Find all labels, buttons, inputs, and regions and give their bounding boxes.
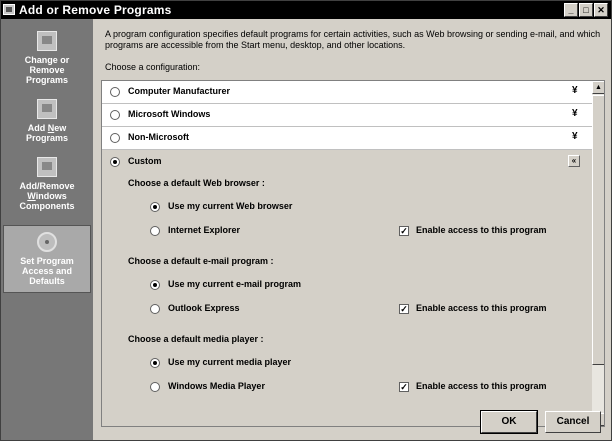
enable-access-label: Enable access to this program — [416, 225, 547, 235]
sidebar-item-label: Windows — [1, 191, 93, 201]
sidebar-item-label: Set Program — [20, 256, 74, 266]
config-row-computer-manufacturer[interactable]: Computer Manufacturer ¥ — [102, 81, 592, 104]
close-icon: ✕ — [597, 5, 605, 15]
label-part: indows — [35, 191, 67, 201]
expand-icon[interactable]: ¥ — [572, 108, 578, 119]
option-radio[interactable] — [150, 304, 160, 314]
sidebar-item-label: Programs — [25, 75, 69, 85]
sidebar-item-label: Defaults — [29, 276, 65, 286]
vertical-scrollbar[interactable]: ▲ ▼ — [592, 81, 604, 426]
sidebar-item-label: Remove — [29, 65, 65, 75]
check-icon: ✓ — [400, 226, 408, 236]
cancel-button[interactable]: Cancel — [545, 411, 601, 433]
set-program-access-icon — [37, 232, 57, 252]
sidebar-item-add-new[interactable]: Add New Programs — [1, 99, 93, 143]
scroll-up-icon: ▲ — [595, 84, 602, 91]
enable-access-checkbox[interactable]: ✓ — [399, 226, 409, 236]
scroll-thumb[interactable] — [592, 95, 604, 365]
label-part: Add — [27, 123, 48, 133]
config-label: Non-Microsoft — [128, 132, 189, 142]
option-label: Windows Media Player — [168, 381, 265, 391]
change-remove-icon — [37, 31, 57, 51]
configuration-list: Computer Manufacturer ¥ Microsoft Window… — [101, 80, 605, 427]
sidebar-item-set-program-access[interactable]: Set Program Access and Defaults — [3, 225, 91, 293]
label-part: ew — [54, 123, 67, 133]
minimize-button[interactable]: _ — [564, 3, 578, 17]
config-row-microsoft-windows[interactable]: Microsoft Windows ¥ — [102, 104, 592, 127]
option-label: Outlook Express — [168, 303, 240, 313]
config-label: Computer Manufacturer — [128, 86, 231, 96]
sidebar-item-label: Programs — [25, 133, 69, 143]
title-bar: Add or Remove Programs _ □ ✕ — [1, 1, 611, 19]
sidebar: Change or Remove Programs Add New Progra… — [1, 19, 93, 440]
add-remove-programs-window: Add or Remove Programs _ □ ✕ Change or R… — [0, 0, 612, 441]
sidebar-item-label: Access and — [21, 266, 73, 276]
option-label: Use my current e-mail program — [168, 279, 302, 289]
config-label: Microsoft Windows — [128, 109, 211, 119]
maximize-button[interactable]: □ — [579, 3, 593, 17]
config-row-non-microsoft[interactable]: Non-Microsoft ¥ — [102, 127, 592, 150]
config-radio[interactable] — [110, 110, 120, 120]
config-radio[interactable] — [110, 87, 120, 97]
sidebar-item-label: Add/Remove — [19, 181, 75, 191]
maximize-icon: □ — [583, 5, 589, 15]
check-icon: ✓ — [400, 382, 408, 392]
window-title: Add or Remove Programs — [19, 3, 172, 17]
windows-components-icon — [37, 157, 57, 177]
section-heading: Choose a default Web browser : — [128, 178, 265, 188]
option-radio[interactable] — [150, 358, 160, 368]
config-row-custom: Custom « Choose a default Web browser : … — [102, 150, 592, 426]
expand-icon[interactable]: ¥ — [572, 85, 578, 96]
config-radio[interactable] — [110, 133, 120, 143]
option-label: Use my current media player — [168, 357, 292, 367]
option-label: Internet Explorer — [168, 225, 241, 235]
choose-configuration-label: Choose a configuration: — [105, 62, 201, 72]
option-radio[interactable] — [150, 382, 160, 392]
add-programs-icon — [37, 99, 57, 119]
section-heading: Choose a default e-mail program : — [128, 256, 274, 266]
intro-text: A program configuration specifies defaul… — [105, 29, 601, 50]
enable-access-checkbox[interactable]: ✓ — [399, 304, 409, 314]
ok-button[interactable]: OK — [480, 410, 538, 434]
close-button[interactable]: ✕ — [594, 3, 608, 17]
option-radio[interactable] — [150, 280, 160, 290]
check-icon: ✓ — [400, 304, 408, 314]
scroll-up-button[interactable]: ▲ — [592, 81, 604, 94]
sidebar-item-label: Components — [19, 201, 75, 211]
sidebar-item-windows-components[interactable]: Add/Remove Windows Components — [1, 157, 93, 211]
config-label: Custom — [128, 156, 162, 166]
label-accelerator: W — [27, 191, 36, 201]
config-radio[interactable] — [110, 157, 120, 167]
enable-access-label: Enable access to this program — [416, 381, 547, 391]
option-label: Use my current Web browser — [168, 201, 293, 211]
title-bar-buttons: _ □ ✕ — [564, 3, 608, 17]
option-radio[interactable] — [150, 226, 160, 236]
sidebar-item-label: Change or — [24, 55, 70, 65]
control-panel-icon — [3, 4, 15, 15]
main-panel: A program configuration specifies defaul… — [93, 19, 611, 440]
expand-icon[interactable]: ¥ — [572, 131, 578, 142]
enable-access-label: Enable access to this program — [416, 303, 547, 313]
sidebar-item-label: Add New — [1, 123, 93, 133]
section-heading: Choose a default media player : — [128, 334, 264, 344]
sidebar-item-change-remove[interactable]: Change or Remove Programs — [1, 31, 93, 85]
option-radio[interactable] — [150, 202, 160, 212]
collapse-icon: « — [571, 156, 577, 165]
collapse-button[interactable]: « — [568, 155, 580, 167]
minimize-icon: _ — [568, 5, 574, 15]
enable-access-checkbox[interactable]: ✓ — [399, 382, 409, 392]
